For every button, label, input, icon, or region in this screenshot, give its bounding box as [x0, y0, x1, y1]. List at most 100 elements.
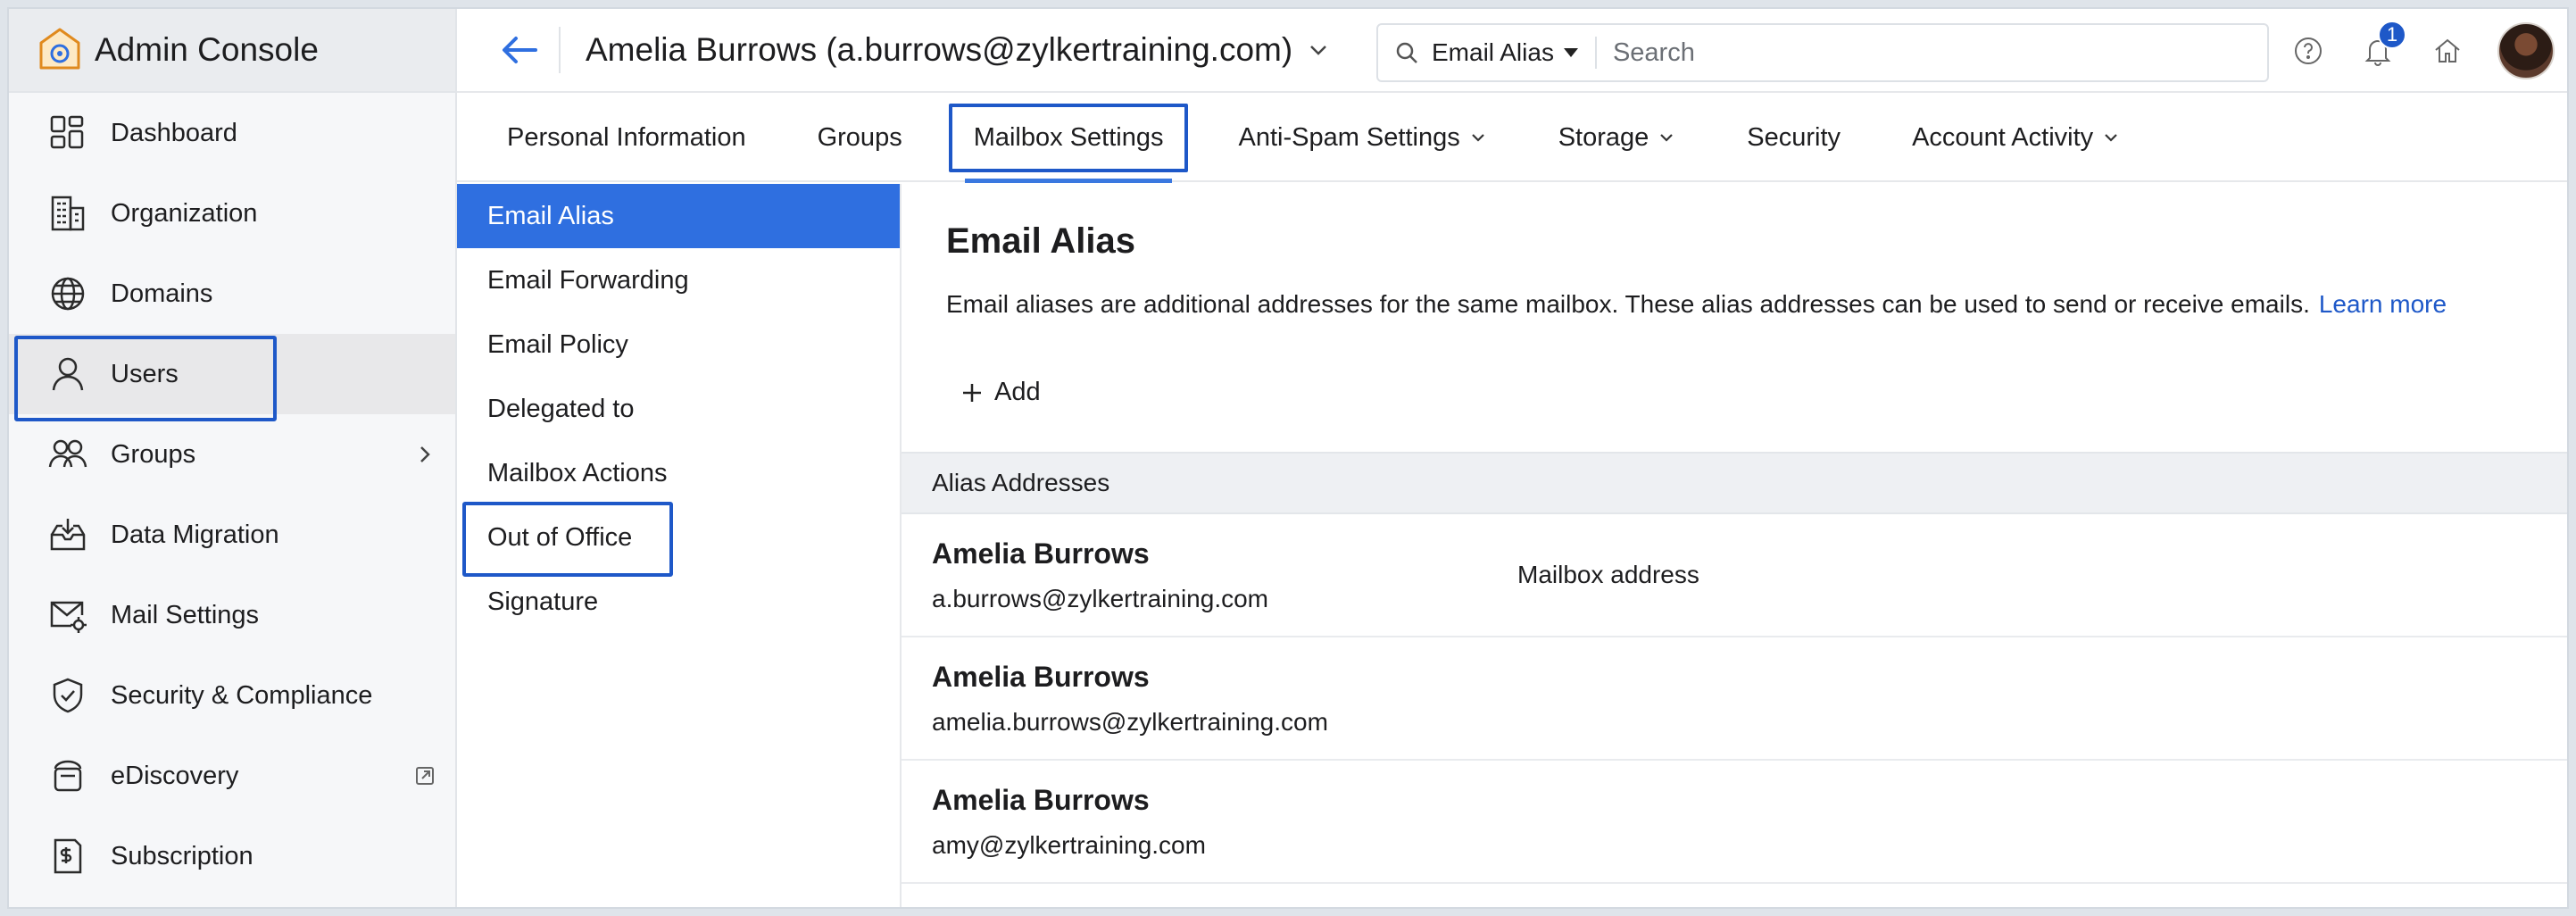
- tab-security[interactable]: Security: [1747, 123, 1841, 153]
- sidebar-item-organization[interactable]: Organization: [9, 173, 455, 254]
- subnav-mailbox-actions[interactable]: Mailbox Actions: [457, 441, 900, 505]
- subnav-label: Mailbox Actions: [487, 458, 668, 487]
- subnav-label: Delegated to: [487, 394, 635, 423]
- archive-box-icon: [54, 760, 82, 792]
- subnav-email-alias[interactable]: Email Alias: [457, 184, 900, 248]
- plus-icon: [963, 383, 981, 402]
- tab-anti-spam-settings[interactable]: Anti-Spam Settings: [1238, 123, 1486, 153]
- table-row[interactable]: Amelia Burrows amelia.burrows@zylkertrai…: [902, 637, 2567, 761]
- search-divider: [1594, 37, 1597, 69]
- subnav-email-policy[interactable]: Email Policy: [457, 312, 900, 377]
- tab-label: Personal Information: [507, 122, 746, 152]
- search-scope-dropdown[interactable]: Email Alias: [1432, 38, 1579, 67]
- alias-email: amelia.burrows@zylkertraining.com: [932, 708, 1328, 736]
- brand-header: Admin Console: [9, 9, 455, 93]
- alias-name: Amelia Burrows: [932, 661, 1150, 693]
- sidebar-item-groups[interactable]: Groups: [9, 414, 455, 495]
- notification-badge: 1: [2378, 21, 2406, 49]
- inbox-download-icon: [50, 519, 86, 551]
- table-row[interactable]: Amelia Burrows amy@zylkertraining.com: [902, 761, 2567, 884]
- subnav-label: Email Forwarding: [487, 265, 689, 295]
- learn-more-link[interactable]: Learn more: [2319, 290, 2447, 318]
- external-link-icon[interactable]: [414, 765, 436, 787]
- subnav-signature[interactable]: Signature: [457, 570, 900, 634]
- back-button[interactable]: [493, 23, 546, 77]
- alias-addresses-header: Alias Addresses: [932, 469, 1110, 496]
- tab-mailbox-settings[interactable]: Mailbox Settings: [948, 103, 1189, 183]
- sidebar-nav: Dashboard Organization Domains Users Gro…: [9, 93, 455, 896]
- alias-list: Amelia Burrows a.burrows@zylkertraining.…: [902, 514, 2567, 884]
- sidebar-item-ediscovery[interactable]: eDiscovery: [9, 736, 455, 816]
- sidebar-item-subscription[interactable]: Subscription: [9, 816, 455, 896]
- sidebar-item-mail-settings[interactable]: Mail Settings: [9, 575, 455, 655]
- sidebar-item-label: Security & Compliance: [111, 680, 373, 710]
- subnav-out-of-office[interactable]: Out of Office: [457, 505, 900, 570]
- sidebar-item-label: Dashboard: [111, 118, 237, 147]
- header-divider: [559, 27, 561, 73]
- sidebar-item-data-migration[interactable]: Data Migration: [9, 495, 455, 575]
- app-window: Admin Console Dashboard Organization Dom…: [7, 7, 2569, 909]
- page-description: Email aliases are additional addresses f…: [946, 290, 2567, 319]
- globe-icon: [51, 277, 85, 311]
- subnav-label: Signature: [487, 587, 599, 616]
- sidebar-item-domains[interactable]: Domains: [9, 254, 455, 334]
- mailbox-subnav: Email Alias Email Forwarding Email Polic…: [457, 184, 902, 907]
- add-alias-button[interactable]: Add: [960, 378, 1041, 407]
- admin-console-logo-icon: [39, 28, 80, 70]
- tab-personal-information[interactable]: Personal Information: [507, 123, 746, 153]
- chevron-down-icon: [1660, 134, 1674, 142]
- tab-label: Groups: [817, 122, 902, 152]
- home-icon: [2435, 38, 2460, 62]
- add-label: Add: [994, 378, 1041, 406]
- search-bar: Email Alias: [1376, 23, 2269, 82]
- tab-label: Anti-Spam Settings: [1238, 122, 1460, 152]
- tab-label: Security: [1747, 122, 1841, 152]
- top-bar: Amelia Burrows (a.burrows@zylkertraining…: [457, 9, 2567, 93]
- arrow-left-icon: [503, 37, 537, 63]
- user-avatar[interactable]: [2497, 22, 2555, 79]
- tab-groups[interactable]: Groups: [818, 123, 902, 153]
- top-icons: 1: [2256, 9, 2567, 93]
- table-header: Alias Addresses: [902, 452, 2567, 514]
- building-icon: [51, 196, 85, 231]
- chevron-down-icon[interactable]: [1307, 38, 1330, 62]
- table-row[interactable]: Amelia Burrows a.burrows@zylkertraining.…: [902, 514, 2567, 637]
- sidebar-item-label: Groups: [111, 439, 196, 469]
- sidebar-item-dashboard[interactable]: Dashboard: [9, 93, 455, 173]
- sidebar-item-security-compliance[interactable]: Security & Compliance: [9, 655, 455, 736]
- user-title: Amelia Burrows (a.burrows@zylkertraining…: [586, 31, 1293, 68]
- tab-account-activity[interactable]: Account Activity: [1912, 123, 2120, 153]
- search-scope-label: Email Alias: [1432, 38, 1554, 66]
- help-button[interactable]: [2290, 33, 2326, 69]
- sidebar: Admin Console Dashboard Organization Dom…: [9, 9, 457, 907]
- alias-email: a.burrows@zylkertraining.com: [932, 585, 1268, 612]
- search-input[interactable]: [1612, 37, 2267, 68]
- alias-name: Amelia Burrows: [932, 784, 1150, 816]
- dashboard-icon: [50, 115, 84, 149]
- sidebar-item-label: Domains: [111, 279, 213, 308]
- sidebar-item-label: Organization: [111, 198, 258, 228]
- tab-label: Storage: [1558, 122, 1649, 152]
- tab-bar: Personal Information Groups Mailbox Sett…: [457, 95, 2567, 183]
- user-icon: [52, 357, 84, 391]
- description-text: Email aliases are additional addresses f…: [946, 290, 2310, 318]
- subnav-label: Email Alias: [487, 201, 614, 230]
- shield-check-icon: [53, 678, 83, 713]
- notifications-button[interactable]: 1: [2360, 21, 2406, 69]
- alias-note: Mailbox address: [1517, 561, 1699, 588]
- tab-label: Mailbox Settings: [973, 122, 1164, 152]
- sidebar-item-label: Data Migration: [111, 520, 279, 549]
- alias-email: amy@zylkertraining.com: [932, 831, 1206, 859]
- sidebar-item-users[interactable]: Users: [9, 334, 455, 414]
- page-title: Email Alias: [946, 221, 1135, 261]
- sidebar-item-label: Mail Settings: [111, 600, 260, 629]
- subnav-delegated-to[interactable]: Delegated to: [457, 377, 900, 441]
- chevron-right-icon: [420, 446, 430, 462]
- subnav-label: Email Policy: [487, 329, 628, 359]
- group-icon: [48, 439, 87, 468]
- sidebar-item-label: eDiscovery: [111, 761, 239, 790]
- home-button[interactable]: [2430, 33, 2465, 69]
- tab-storage[interactable]: Storage: [1558, 123, 1676, 153]
- subnav-email-forwarding[interactable]: Email Forwarding: [457, 248, 900, 312]
- invoice-icon: [54, 838, 82, 874]
